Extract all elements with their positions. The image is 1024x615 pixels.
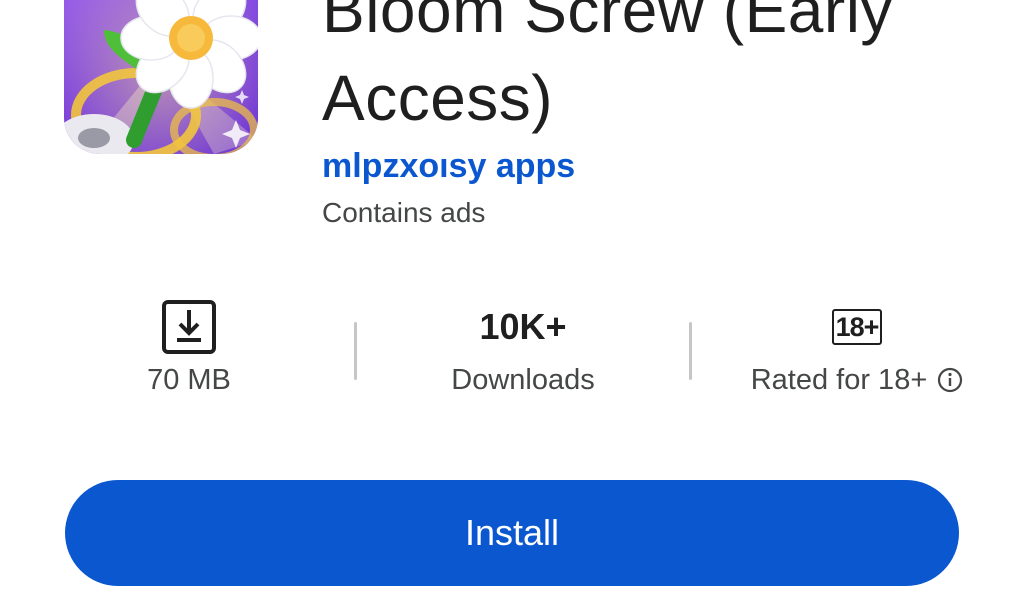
app-size-stat: 70 MB: [22, 296, 356, 406]
stats-divider: [689, 322, 692, 380]
app-icon[interactable]: [64, 0, 258, 154]
contains-ads-label: Contains ads: [322, 197, 486, 228]
stats-divider: [354, 322, 357, 380]
install-button[interactable]: Install: [65, 480, 959, 586]
downloads-label: Downloads: [451, 364, 595, 396]
download-icon: [162, 300, 216, 354]
app-title: Bloom Screw (Early Access): [322, 0, 893, 134]
content-rating-stat[interactable]: 18+ Rated for 18+: [690, 296, 1024, 406]
app-details-page: Bloom Screw (Early Access) mlpzxoısy app…: [0, 0, 1024, 615]
info-icon[interactable]: [937, 367, 963, 393]
developer-link[interactable]: mlpzxoısy apps: [322, 146, 575, 186]
content-rating-badge: 18+: [831, 309, 883, 345]
app-size-icon-wrap: [22, 296, 356, 358]
app-size-label: 70 MB: [147, 364, 231, 396]
downloads-count: 10K+: [479, 306, 567, 347]
content-rating-label-row: Rated for 18+: [690, 360, 1024, 400]
content-rating-badge-wrap: 18+: [690, 296, 1024, 358]
daisy-flower-icon: [64, 0, 258, 154]
downloads-stat: 10K+ Downloads: [356, 296, 690, 406]
content-rating-label: Rated for 18+: [750, 364, 928, 396]
app-stats-row: 70 MB 10K+ Downloads 18+ Rated for 18+: [22, 296, 1024, 406]
